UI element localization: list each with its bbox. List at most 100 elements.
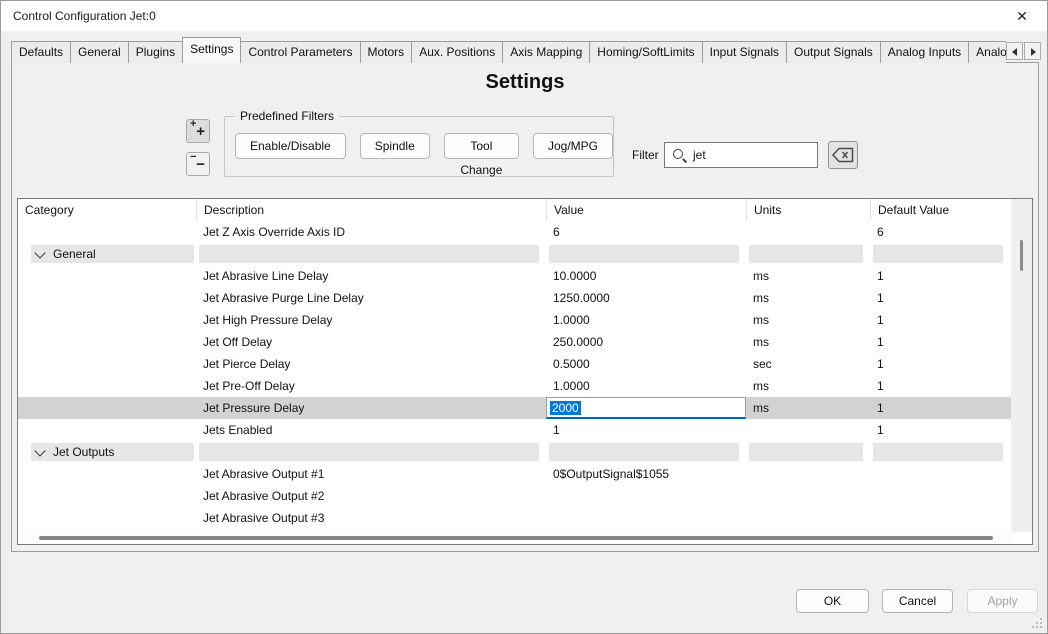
- param-row-jet-pressure-delay[interactable]: Jet Pressure Delay2000ms1: [18, 397, 1011, 419]
- ok-button[interactable]: OK: [796, 589, 869, 613]
- tab-scroll-right-button[interactable]: [1024, 42, 1041, 60]
- cell-units: ms: [746, 309, 870, 331]
- param-row-jet-off-delay[interactable]: Jet Off Delay250.0000ms1: [18, 331, 1011, 353]
- cell-value[interactable]: [546, 507, 746, 529]
- window-title: Control Configuration Jet:0: [13, 1, 156, 31]
- cell-default-value: [870, 485, 1010, 507]
- cell-category: [18, 309, 196, 331]
- tab-output-signals[interactable]: Output Signals: [786, 41, 881, 63]
- vertical-scrollbar[interactable]: [1011, 199, 1032, 532]
- cell-category-bar: [746, 441, 870, 463]
- cell-default-value: 1: [870, 309, 1010, 331]
- collapse-all-button[interactable]: − −: [186, 152, 210, 176]
- cell-units: ms: [746, 331, 870, 353]
- cell-category-bar: [870, 243, 1010, 265]
- cell-value[interactable]: 0$OutputSignal$1055: [546, 463, 746, 485]
- cell-description: Jet Z Axis Override Axis ID: [196, 221, 546, 243]
- cell-category-bar: [546, 243, 746, 265]
- cell-value[interactable]: 6: [546, 221, 746, 243]
- vertical-scrollbar-thumb[interactable]: [1020, 240, 1023, 271]
- category-row-jet-outputs[interactable]: Jet Outputs: [18, 441, 1011, 463]
- tab-settings[interactable]: Settings: [182, 37, 241, 63]
- cell-units: [746, 221, 870, 243]
- cell-category: [18, 485, 196, 507]
- horizontal-scrollbar-thumb[interactable]: [39, 536, 993, 540]
- column-header-units[interactable]: Units: [746, 199, 870, 221]
- cell-default-value: 6: [870, 221, 1010, 243]
- tab-defaults[interactable]: Defaults: [11, 41, 71, 63]
- cell-value[interactable]: [546, 485, 746, 507]
- column-header-default-value[interactable]: Default Value: [870, 199, 1010, 221]
- tab-aux-positions[interactable]: Aux. Positions: [411, 41, 503, 63]
- cell-units: ms: [746, 375, 870, 397]
- group-legend: Predefined Filters: [235, 109, 339, 123]
- param-row-jet-abrasive-output-2[interactable]: Jet Abrasive Output #2: [18, 485, 1011, 507]
- filter-tool-change-button[interactable]: Tool Change: [444, 133, 519, 159]
- cell-description: Jet Pre-Off Delay: [196, 375, 546, 397]
- clear-filter-button[interactable]: [828, 141, 858, 169]
- tab-scroll-left-button[interactable]: [1006, 42, 1023, 60]
- tab-motors[interactable]: Motors: [360, 41, 413, 63]
- param-row-jet-abrasive-purge-line-delay[interactable]: Jet Abrasive Purge Line Delay1250.0000ms…: [18, 287, 1011, 309]
- cell-category-bar: [870, 441, 1010, 463]
- cell-category: [18, 463, 196, 485]
- cell-value[interactable]: 2000: [546, 397, 746, 419]
- tab-homing-softlimits[interactable]: Homing/SoftLimits: [589, 41, 702, 63]
- cell-value[interactable]: 10.0000: [546, 265, 746, 287]
- chevron-down-icon[interactable]: [34, 247, 45, 258]
- filter-search-input[interactable]: jet: [664, 142, 818, 168]
- filter-spindle-button[interactable]: Spindle: [360, 133, 430, 159]
- cell-description: Jet Abrasive Purge Line Delay: [196, 287, 546, 309]
- chevron-down-icon[interactable]: [34, 445, 45, 456]
- tab-input-signals[interactable]: Input Signals: [702, 41, 787, 63]
- category-row-general[interactable]: General: [18, 243, 1011, 265]
- close-icon[interactable]: ✕: [1007, 4, 1037, 28]
- cancel-button[interactable]: Cancel: [882, 589, 953, 613]
- column-header-value[interactable]: Value: [546, 199, 746, 221]
- grid-body: Jet Z Axis Override Axis ID66GeneralJet …: [18, 221, 1011, 532]
- param-row-jets-enabled[interactable]: Jets Enabled11: [18, 419, 1011, 441]
- tab-analog-outputs[interactable]: Analog Outputs: [968, 41, 1006, 63]
- cell-value[interactable]: 1.0000: [546, 375, 746, 397]
- search-icon: [672, 148, 687, 163]
- grid-header: Category Description Value Units Default…: [18, 199, 1032, 222]
- tab-plugins[interactable]: Plugins: [128, 41, 183, 63]
- param-row-jet-z-axis-override-axis-id[interactable]: Jet Z Axis Override Axis ID66: [18, 221, 1011, 243]
- resize-grip-icon[interactable]: [1032, 618, 1042, 628]
- cell-value[interactable]: 250.0000: [546, 331, 746, 353]
- tab-analog-inputs[interactable]: Analog Inputs: [880, 41, 969, 63]
- cell-value[interactable]: 0.5000: [546, 353, 746, 375]
- param-row-jet-abrasive-output-1[interactable]: Jet Abrasive Output #10$OutputSignal$105…: [18, 463, 1011, 485]
- cell-value[interactable]: 1.0000: [546, 309, 746, 331]
- filter-search-value: jet: [693, 148, 706, 162]
- cell-category-bar: [746, 243, 870, 265]
- column-header-category[interactable]: Category: [18, 199, 196, 221]
- cell-category: [18, 331, 196, 353]
- cell-units: ms: [746, 397, 870, 419]
- param-row-jet-high-pressure-delay[interactable]: Jet High Pressure Delay1.0000ms1: [18, 309, 1011, 331]
- tab-axis-mapping[interactable]: Axis Mapping: [502, 41, 590, 63]
- filter-label: Filter: [632, 148, 659, 162]
- tab-control-parameters[interactable]: Control Parameters: [240, 41, 360, 63]
- value-editor[interactable]: 2000: [546, 397, 746, 419]
- apply-button[interactable]: Apply: [967, 589, 1038, 613]
- cell-default-value: 1: [870, 287, 1010, 309]
- control-configuration-dialog: Control Configuration Jet:0 ✕ DefaultsGe…: [0, 0, 1048, 634]
- tab-general[interactable]: General: [70, 41, 129, 63]
- cell-category-bar: [546, 441, 746, 463]
- triangle-left-icon: [1012, 48, 1017, 56]
- cell-default-value: 1: [870, 419, 1010, 441]
- param-row-jet-abrasive-output-3[interactable]: Jet Abrasive Output #3: [18, 507, 1011, 529]
- filter-jog-mpg-button[interactable]: Jog/MPG: [533, 133, 613, 159]
- param-row-jet-pierce-delay[interactable]: Jet Pierce Delay0.5000sec1: [18, 353, 1011, 375]
- column-header-description[interactable]: Description: [196, 199, 546, 221]
- cell-value[interactable]: 1: [546, 419, 746, 441]
- title-bar: Control Configuration Jet:0 ✕: [1, 1, 1047, 31]
- horizontal-scrollbar[interactable]: [18, 532, 1011, 544]
- filter-enable-disable-button[interactable]: Enable/Disable: [235, 133, 346, 159]
- param-row-jet-abrasive-line-delay[interactable]: Jet Abrasive Line Delay10.0000ms1: [18, 265, 1011, 287]
- cell-value[interactable]: 1250.0000: [546, 287, 746, 309]
- expand-all-button[interactable]: + +: [186, 119, 210, 143]
- cell-category-bar: [196, 243, 546, 265]
- param-row-jet-pre-off-delay[interactable]: Jet Pre-Off Delay1.0000ms1: [18, 375, 1011, 397]
